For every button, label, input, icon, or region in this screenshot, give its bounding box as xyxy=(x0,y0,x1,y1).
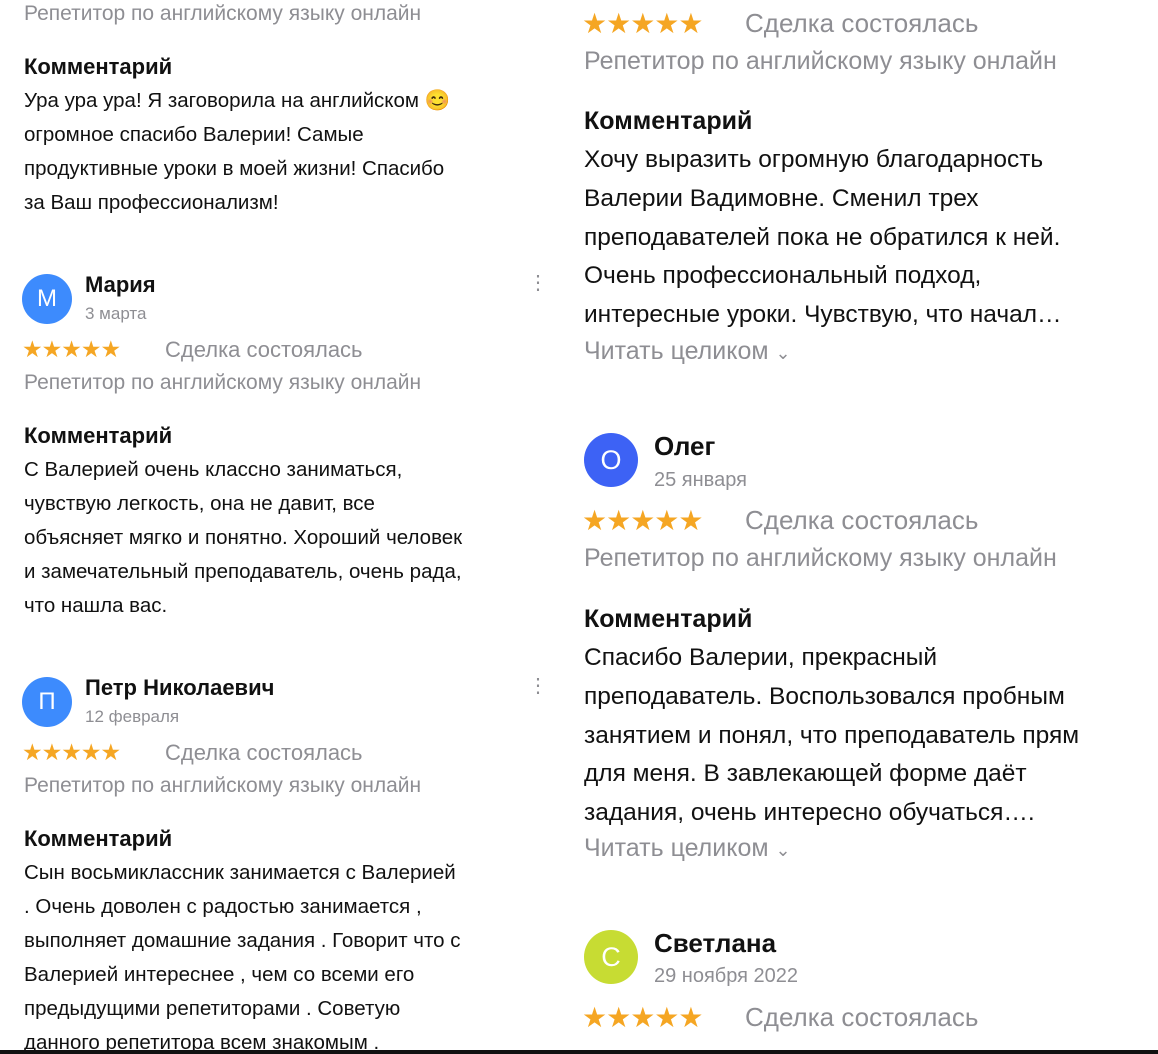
bottom-edge-line xyxy=(0,1050,1158,1054)
reviewer-name: Олег xyxy=(654,431,716,461)
avatar: С xyxy=(584,930,638,984)
review-service: Репетитор по английскому языку онлайн xyxy=(24,774,422,797)
comment-heading: Комментарий xyxy=(584,605,753,633)
comment-text: Сын восьмиклассник занимается с Валерией… xyxy=(24,861,461,1054)
review-service: Репетитор по английскому языку онлайн xyxy=(584,47,1057,75)
deal-status: Сделка состоялась xyxy=(165,337,363,362)
avatar: М xyxy=(22,274,72,324)
avatar: О xyxy=(584,433,638,487)
review-date: 12 февраля xyxy=(85,707,180,726)
review-date: 25 января xyxy=(654,469,747,491)
comment-text: Ура ура ура! Я заговорила на английском … xyxy=(24,89,451,214)
rating-stars-icon: ★★★★★ xyxy=(22,336,121,362)
chevron-down-icon: ⌄ xyxy=(775,840,791,860)
comment-text: С Валерией очень классно заниматься, чув… xyxy=(24,458,463,617)
deal-status: Сделка состоялась xyxy=(745,505,979,535)
right-reviews-column: ★★★★★ Сделка состоялась Репетитор по анг… xyxy=(566,0,1158,1054)
more-options-icon[interactable]: ⋮ xyxy=(528,273,548,293)
comment-heading: Комментарий xyxy=(24,54,173,79)
review-service: Репетитор по английскому языку онлайн xyxy=(584,544,1057,572)
rating-stars-icon: ★★★★★ xyxy=(582,1002,704,1033)
comment-heading: Комментарий xyxy=(24,423,173,448)
review-service: Репетитор по английскому языку онлайн xyxy=(24,371,422,394)
comment-text: Спасибо Валерии, прекрасный преподавател… xyxy=(584,644,1080,827)
read-more-link[interactable]: Читать целиком ⌄ xyxy=(584,834,791,863)
left-reviews-column: Репетитор по английскому языку онлайн Ко… xyxy=(0,0,560,1054)
read-more-link[interactable]: Читать целиком ⌄ xyxy=(584,337,791,366)
reviewer-name: Мария xyxy=(85,272,156,297)
comment-text: Хочу выразить огромную благодарность Вал… xyxy=(584,146,1062,329)
avatar: П xyxy=(22,677,72,727)
reviewer-name: Светлана xyxy=(654,928,777,958)
review-date: 3 марта xyxy=(85,304,147,323)
review-date: 29 ноября 2022 xyxy=(654,965,799,987)
more-options-icon[interactable]: ⋮ xyxy=(528,676,548,696)
rating-stars-icon: ★★★★★ xyxy=(22,739,121,765)
reviewer-name: Петр Николаевич xyxy=(85,675,275,700)
review-service: Репетитор по английскому языку онлайн xyxy=(24,2,422,25)
rating-stars-icon: ★★★★★ xyxy=(582,505,704,536)
deal-status: Сделка состоялась xyxy=(745,8,979,38)
comment-heading: Комментарий xyxy=(24,826,173,851)
chevron-down-icon: ⌄ xyxy=(775,343,791,363)
deal-status: Сделка состоялась xyxy=(745,1002,979,1032)
rating-stars-icon: ★★★★★ xyxy=(582,8,704,39)
comment-heading: Комментарий xyxy=(584,107,753,135)
deal-status: Сделка состоялась xyxy=(165,740,363,765)
